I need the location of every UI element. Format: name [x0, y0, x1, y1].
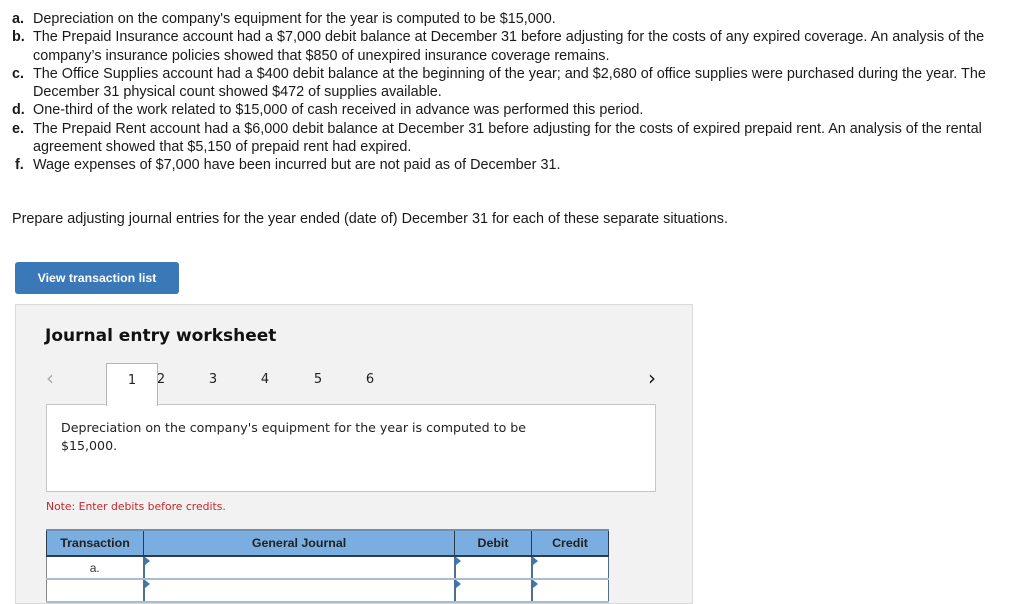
input-marker-icon [455, 580, 461, 588]
journal-entry-worksheet: Journal entry worksheet ‹ 1 2 3 4 5 6 › … [15, 304, 693, 604]
problem-label: e. [12, 120, 25, 137]
column-header-general-journal: General Journal [143, 529, 455, 557]
worksheet-tab-bar: ‹ 1 2 3 4 5 6 › [16, 363, 692, 406]
problem-label: b. [12, 29, 25, 46]
problem-item-f: f. Wage expenses of $7,000 have been inc… [12, 156, 1024, 174]
transaction-cell [46, 579, 145, 603]
column-header-debit: Debit [454, 529, 532, 557]
input-marker-icon [532, 557, 538, 565]
problem-text: Depreciation on the company's equipment … [33, 11, 556, 27]
problem-item-b: b. The Prepaid Insurance account had a $… [12, 28, 1024, 65]
credit-cell[interactable] [530, 579, 609, 603]
credit-input[interactable] [532, 580, 608, 601]
problem-text: One-third of the work related to $15,000… [33, 102, 644, 119]
view-transaction-list-button[interactable]: View transaction list [15, 262, 179, 294]
problem-item-c: c. The Office Supplies account had a $40… [12, 65, 1024, 102]
debit-input[interactable] [455, 557, 531, 578]
problem-item-d: d. One-third of the work related to $15,… [12, 101, 1024, 119]
chevron-right-icon[interactable]: › [648, 367, 656, 389]
transaction-description: Depreciation on the company's equipment … [46, 404, 656, 492]
problem-item-e: e. The Prepaid Rent account had a $6,000… [12, 120, 1024, 157]
general-journal-cell[interactable] [142, 556, 455, 580]
dropdown-marker-icon [144, 580, 150, 588]
general-journal-input[interactable] [144, 557, 454, 578]
tab-3[interactable]: 3 [187, 363, 239, 405]
instruction-text: Prepare adjusting journal entries for th… [12, 211, 728, 227]
credit-input[interactable] [532, 557, 608, 578]
problem-item-a: a. Depreciation on the company's equipme… [12, 10, 1024, 28]
input-marker-icon [455, 557, 461, 565]
problem-list: a. Depreciation on the company's equipme… [12, 10, 1024, 175]
credit-cell[interactable] [530, 556, 609, 580]
journal-table: Transaction General Journal Debit Credit… [46, 529, 609, 603]
table-row: a. [46, 556, 609, 580]
tab-1[interactable]: 1 [106, 363, 158, 406]
table-row [46, 579, 609, 603]
problem-label: d. [12, 102, 25, 119]
problem-label: c. [12, 65, 25, 82]
column-header-credit: Credit [531, 529, 609, 557]
input-marker-icon [532, 580, 538, 588]
dropdown-marker-icon [144, 557, 150, 565]
debit-input[interactable] [455, 580, 531, 601]
tab-4[interactable]: 4 [239, 363, 291, 405]
general-journal-cell[interactable] [142, 579, 455, 603]
debit-cell[interactable] [453, 556, 532, 580]
debit-credit-note: Note: Enter debits before credits. [46, 500, 226, 513]
problem-text: The Office Supplies account had a $400 d… [33, 65, 986, 101]
description-text: Depreciation on the company's equipment … [61, 420, 527, 453]
tab-6[interactable]: 6 [344, 363, 396, 405]
problem-text: The Prepaid Rent account had a $6,000 de… [33, 120, 982, 156]
problem-text: Wage expenses of $7,000 have been incurr… [33, 157, 561, 174]
table-header-row: Transaction General Journal Debit Credit [46, 529, 609, 557]
transaction-cell: a. [46, 556, 145, 580]
worksheet-title: Journal entry worksheet [45, 326, 277, 346]
problem-label: f. [15, 157, 24, 174]
debit-cell[interactable] [453, 579, 532, 603]
tab-5[interactable]: 5 [292, 363, 344, 405]
general-journal-input[interactable] [144, 580, 454, 601]
problem-text: The Prepaid Insurance account had a $7,0… [33, 29, 985, 64]
chevron-left-icon[interactable]: ‹ [46, 367, 54, 389]
column-header-transaction: Transaction [46, 529, 144, 557]
problem-label: a. [12, 11, 25, 27]
